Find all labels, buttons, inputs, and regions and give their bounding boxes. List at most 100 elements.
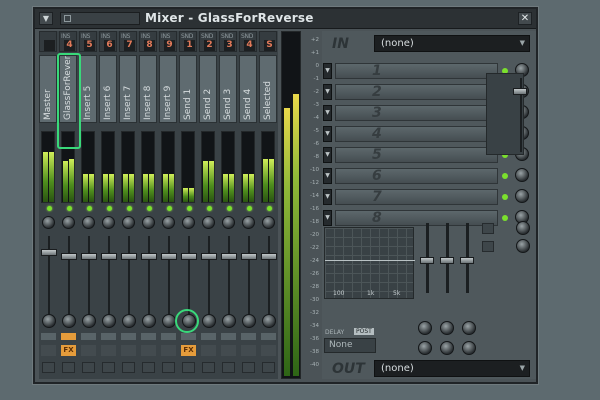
close-button[interactable]: ✕ — [518, 12, 532, 25]
fx-button[interactable]: FX — [181, 345, 196, 356]
strip-name-box[interactable]: Send 2 — [199, 55, 217, 123]
volume-fader[interactable] — [201, 253, 217, 260]
slot-menu-button[interactable]: ▼ — [323, 168, 332, 184]
strip-enable-led[interactable] — [227, 206, 232, 211]
fx-button[interactable] — [201, 345, 216, 356]
strip-name-box[interactable]: Insert 9 — [159, 55, 177, 123]
route-arrow-icon[interactable] — [181, 333, 196, 340]
volume-fader[interactable] — [181, 253, 197, 260]
mixer-strip[interactable]: S Selected — [259, 31, 279, 379]
slot-menu-button[interactable]: ▼ — [323, 105, 332, 121]
volume-fader[interactable] — [261, 253, 277, 260]
slot-bar[interactable]: 1 — [335, 63, 498, 79]
send-level-knob[interactable] — [162, 314, 176, 328]
fx-button[interactable] — [161, 345, 176, 356]
eq-fader-cap[interactable] — [460, 257, 474, 264]
pan-knob[interactable] — [82, 216, 95, 229]
pan-knob[interactable] — [202, 216, 215, 229]
fx-button[interactable] — [121, 345, 136, 356]
pan-knob[interactable] — [222, 216, 235, 229]
mixer-strip[interactable]: Master — [39, 31, 59, 379]
eq-band-fader[interactable] — [440, 223, 454, 293]
fx-button[interactable] — [41, 345, 56, 356]
strip-name-box[interactable]: Master — [39, 55, 57, 123]
slot-menu-button[interactable]: ▼ — [323, 147, 332, 163]
strip-header[interactable]: INS 7 — [119, 31, 137, 52]
output-select[interactable]: (none) ▼ — [374, 360, 530, 377]
fx-button[interactable] — [81, 345, 96, 356]
volume-fader[interactable] — [101, 253, 117, 260]
save-icon[interactable] — [162, 362, 175, 373]
fx-button[interactable] — [241, 345, 256, 356]
strip-header[interactable]: INS 6 — [99, 31, 117, 52]
eq-knob[interactable] — [462, 321, 476, 335]
strip-enable-led[interactable] — [67, 206, 72, 211]
send-level-knob[interactable] — [262, 314, 276, 328]
route-arrow-icon[interactable] — [141, 333, 156, 340]
volume-fader[interactable] — [161, 253, 177, 260]
route-arrow-icon[interactable] — [61, 333, 76, 340]
eq-knob[interactable] — [440, 341, 454, 355]
slot-mix-knob[interactable] — [515, 189, 529, 203]
mixer-strip[interactable]: SND 3 Send 3 — [219, 31, 239, 379]
route-arrow-icon[interactable] — [261, 333, 276, 340]
slot-bar[interactable]: 5 — [335, 147, 498, 163]
strip-name-box[interactable]: Insert 7 — [119, 55, 137, 123]
save-icon[interactable] — [122, 362, 135, 373]
slot-menu-button[interactable]: ▼ — [323, 189, 332, 205]
send-level-knob[interactable] — [102, 314, 116, 328]
title-bar[interactable]: ▼ Mixer - GlassForReverse ✕ — [35, 9, 536, 29]
save-icon[interactable] — [242, 362, 255, 373]
strip-header[interactable]: S — [259, 31, 277, 52]
pan-knob[interactable] — [122, 216, 135, 229]
fx-button[interactable] — [261, 345, 276, 356]
pan-knob[interactable] — [62, 216, 75, 229]
route-arrow-icon[interactable] — [81, 333, 96, 340]
route-arrow-icon[interactable] — [101, 333, 116, 340]
strip-header[interactable]: INS 4 — [59, 31, 77, 52]
save-icon[interactable] — [82, 362, 95, 373]
strip-header[interactable]: SND 1 — [179, 31, 197, 52]
pan-knob[interactable] — [162, 216, 175, 229]
route-arrow-icon[interactable] — [121, 333, 136, 340]
pan-knob[interactable] — [516, 239, 530, 253]
save-icon[interactable] — [142, 362, 155, 373]
volume-fader[interactable] — [221, 253, 237, 260]
send-level-knob[interactable] — [222, 314, 236, 328]
strip-enable-led[interactable] — [107, 206, 112, 211]
save-icon[interactable] — [262, 362, 275, 373]
mixer-strip[interactable]: INS 8 Insert 8 — [139, 31, 159, 379]
route-arrow-icon[interactable] — [41, 333, 56, 340]
fx-button[interactable]: FX — [61, 345, 76, 356]
eq-fader-cap[interactable] — [420, 257, 434, 264]
mixer-strip[interactable]: SND 4 Send 4 — [239, 31, 259, 379]
fx-button[interactable] — [101, 345, 116, 356]
strip-enable-led[interactable] — [167, 206, 172, 211]
mixer-strip[interactable]: INS 7 Insert 7 — [119, 31, 139, 379]
slot-bar[interactable]: 3 — [335, 105, 498, 121]
effect-slot[interactable]: ▼ 7 — [322, 187, 536, 206]
strip-name-box[interactable]: Send 3 — [219, 55, 237, 123]
save-icon[interactable] — [202, 362, 215, 373]
strip-name-box[interactable]: Send 1 — [179, 55, 197, 123]
send-level-knob[interactable] — [202, 314, 216, 328]
send-level-knob[interactable] — [142, 314, 156, 328]
volume-fader[interactable] — [241, 253, 257, 260]
slot-enable-led[interactable] — [502, 173, 508, 179]
strip-header[interactable]: SND 2 — [199, 31, 217, 52]
pan-knob[interactable] — [142, 216, 155, 229]
strip-enable-led[interactable] — [47, 206, 52, 211]
send-level-knob[interactable] — [122, 314, 136, 328]
slot-bar[interactable]: 2 — [335, 84, 498, 100]
track-volume-cap[interactable] — [513, 88, 527, 95]
eq-knob[interactable] — [440, 321, 454, 335]
strip-enable-led[interactable] — [247, 206, 252, 211]
save-icon[interactable] — [62, 362, 75, 373]
pan-knob[interactable] — [42, 216, 55, 229]
strip-header[interactable]: INS 5 — [79, 31, 97, 52]
slot-bar[interactable]: 7 — [335, 189, 498, 205]
pan-knob[interactable] — [102, 216, 115, 229]
strip-name-box[interactable]: Send 4 — [239, 55, 257, 123]
mixer-strip[interactable]: SND 2 Send 2 — [199, 31, 219, 379]
eq-band-fader[interactable] — [460, 223, 474, 293]
